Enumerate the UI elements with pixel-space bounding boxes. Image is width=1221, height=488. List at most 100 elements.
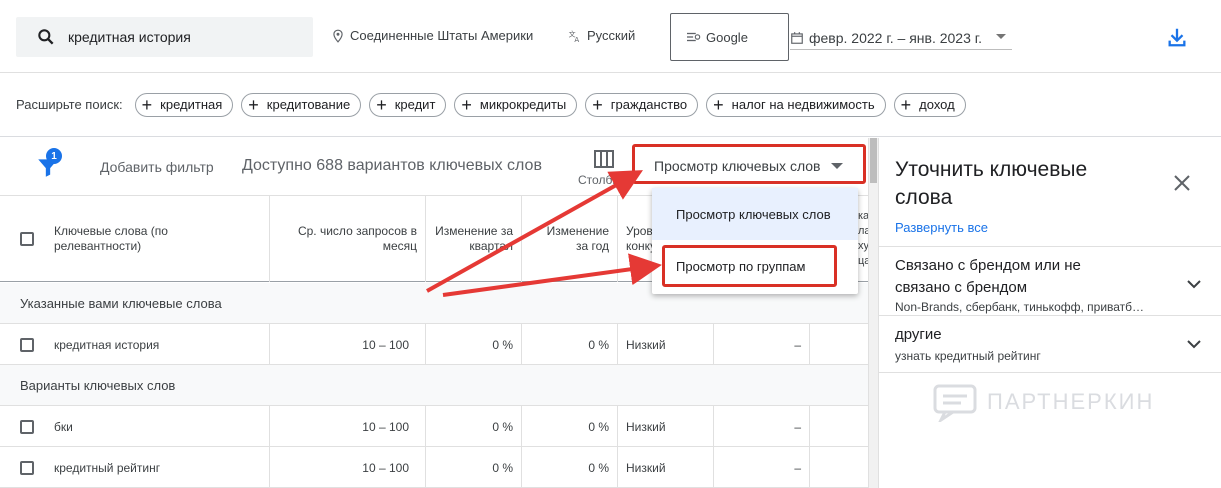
row-checkbox[interactable] — [20, 460, 34, 475]
refine-group-other[interactable]: другие узнать кредитный рейтинг — [879, 315, 1221, 373]
chip-label: налог на недвижимость — [731, 97, 875, 112]
add-filter-button[interactable]: Добавить фильтр — [100, 159, 214, 175]
scrollbar-thumb[interactable] — [870, 138, 877, 183]
columns-icon[interactable] — [594, 150, 614, 168]
download-icon[interactable] — [1166, 26, 1188, 48]
location-label: Соединенные Штаты Америки — [350, 28, 534, 43]
select-all-checkbox[interactable] — [20, 232, 34, 246]
expand-all-link[interactable]: Развернуть все — [895, 220, 988, 235]
chip-keyword[interactable]: + микрокредиты — [454, 92, 578, 117]
panel-title: Уточнить ключевые слова — [895, 158, 1088, 209]
header-keyword[interactable]: Ключевые слова (по релевантности) — [0, 196, 270, 282]
menu-item-keyword-view[interactable]: Просмотр ключевых слов — [652, 188, 858, 240]
chip-keyword[interactable]: + доход — [893, 92, 966, 117]
header-quarter-change[interactable]: Изменение за квартал — [426, 196, 522, 282]
plus-icon: + — [713, 94, 724, 115]
col6-cell: – — [714, 324, 810, 365]
col6-cell: – — [714, 406, 810, 447]
chip-label: кредит — [394, 97, 436, 112]
header-col7-label: ка ла ху ца — [858, 210, 868, 267]
date-range-selector[interactable]: февр. 2022 г. – янв. 2023 г. — [790, 26, 1012, 50]
keyword-cell: кредитный рейтинг — [0, 447, 270, 488]
search-input[interactable]: кредитная история — [16, 17, 313, 57]
competition-cell: Низкий — [618, 324, 714, 365]
location-pin-icon — [333, 29, 343, 43]
chip-label: гражданство — [610, 97, 688, 112]
date-range-label: февр. 2022 г. – янв. 2023 г. — [809, 29, 983, 46]
chip-keyword[interactable]: + гражданство — [585, 92, 699, 117]
header-avg-label: Ср. число запросов в месяц — [297, 224, 417, 253]
chip-keyword[interactable]: + кредитная — [134, 92, 234, 117]
svg-text:A: A — [574, 35, 579, 42]
chevron-down-icon[interactable] — [1185, 335, 1203, 353]
table-row[interactable]: кредитная история 10 – 100 0 % 0 % Низки… — [0, 324, 868, 365]
keyword-text: кредитная история — [54, 337, 160, 352]
view-mode-button[interactable]: Просмотр ключевых слов — [636, 148, 864, 184]
table-scrollbar[interactable] — [868, 138, 878, 488]
available-count: Доступно 688 вариантов ключевых слов — [242, 157, 542, 174]
view-mode-menu: Просмотр ключевых слов Просмотр по групп… — [652, 188, 858, 294]
plus-icon: + — [248, 94, 259, 115]
plus-icon: + — [592, 94, 603, 115]
search-value: кредитная история — [68, 29, 191, 45]
language-label: Русский — [587, 28, 636, 43]
quarter-cell: 0 % — [426, 447, 522, 488]
plus-icon: + — [900, 94, 912, 115]
header-avg-searches[interactable]: Ср. число запросов в месяц — [270, 196, 426, 282]
keyword-cell: бки — [0, 406, 270, 447]
dropdown-arrow-icon — [996, 34, 1006, 39]
section-keyword-ideas: Варианты ключевых слов — [0, 365, 868, 406]
plus-icon: + — [141, 94, 153, 115]
top-bar: кредитная история Соединенные Штаты Амер… — [0, 0, 1221, 73]
col6-cell: – — [714, 447, 810, 488]
header-quarter-label: Изменение за квартал — [435, 224, 513, 253]
chip-label: доход — [919, 97, 955, 112]
table-row[interactable]: бки 10 – 100 0 % 0 % Низкий – — [0, 406, 868, 447]
expand-search-bar: Расширьте поиск: + кредитная + кредитовани… — [0, 73, 1221, 137]
header-year-change[interactable]: Изменение за год — [522, 196, 618, 282]
search-engine-selector[interactable]: Google — [670, 13, 789, 61]
search-engine-label: Google — [706, 29, 748, 45]
year-cell: 0 % — [522, 324, 618, 365]
chip-keyword[interactable]: + кредитование — [241, 92, 362, 117]
chip-keyword[interactable]: + кредит — [369, 92, 447, 117]
quarter-cell: 0 % — [426, 324, 522, 365]
plus-icon: + — [461, 94, 472, 115]
expand-search-label: Расширьте поиск: — [16, 97, 123, 112]
chip-label: кредитная — [160, 97, 223, 112]
chip-keyword[interactable]: + налог на недвижимость — [706, 92, 886, 117]
watermark: ПАРТНЕРКИН — [931, 382, 1154, 422]
avg-cell: 10 – 100 — [270, 447, 426, 488]
language-selector[interactable]: 文A Русский — [568, 28, 636, 43]
chevron-down-icon[interactable] — [1185, 275, 1203, 293]
translate-icon: 文A — [569, 29, 580, 42]
plus-icon: + — [376, 94, 387, 115]
header-keyword-label: Ключевые слова (по релевантности) — [54, 224, 168, 253]
close-icon[interactable] — [1173, 174, 1191, 192]
table-row[interactable]: кредитный рейтинг 10 – 100 0 % 0 % Низки… — [0, 447, 868, 488]
competition-cell: Низкий — [618, 406, 714, 447]
avg-cell: 10 – 100 — [270, 406, 426, 447]
view-mode-label: Просмотр ключевых слов — [654, 158, 821, 174]
quarter-cell: 0 % — [426, 406, 522, 447]
avg-cell: 10 – 100 — [270, 324, 426, 365]
group-subtitle: Non-Brands, сбербанк, тинькофф, приватб… — [895, 300, 1145, 314]
caret-down-icon — [830, 163, 843, 169]
watermark-logo-icon — [933, 384, 977, 422]
year-cell: 0 % — [522, 447, 618, 488]
search-network-icon — [687, 32, 701, 42]
refine-group-brand[interactable]: Связано с брендом или не связано с бренд… — [879, 246, 1221, 316]
row-checkbox[interactable] — [20, 419, 34, 434]
search-icon — [38, 29, 54, 45]
location-selector[interactable]: Соединенные Штаты Америки — [331, 28, 533, 43]
columns-label[interactable]: Столбцы — [578, 173, 628, 187]
row-checkbox[interactable] — [20, 337, 34, 352]
competition-cell: Низкий — [618, 447, 714, 488]
group-title: Связано с брендом или не связано с бренд… — [895, 257, 1081, 296]
header-year-label: Изменение за год — [546, 224, 609, 253]
chip-label: микрокредиты — [479, 97, 567, 112]
group-title: другие — [895, 326, 942, 343]
menu-item-grouped-view[interactable]: Просмотр по группам — [652, 240, 858, 292]
group-subtitle: узнать кредитный рейтинг — [895, 349, 1041, 363]
filter-count-badge: 1 — [46, 148, 62, 164]
